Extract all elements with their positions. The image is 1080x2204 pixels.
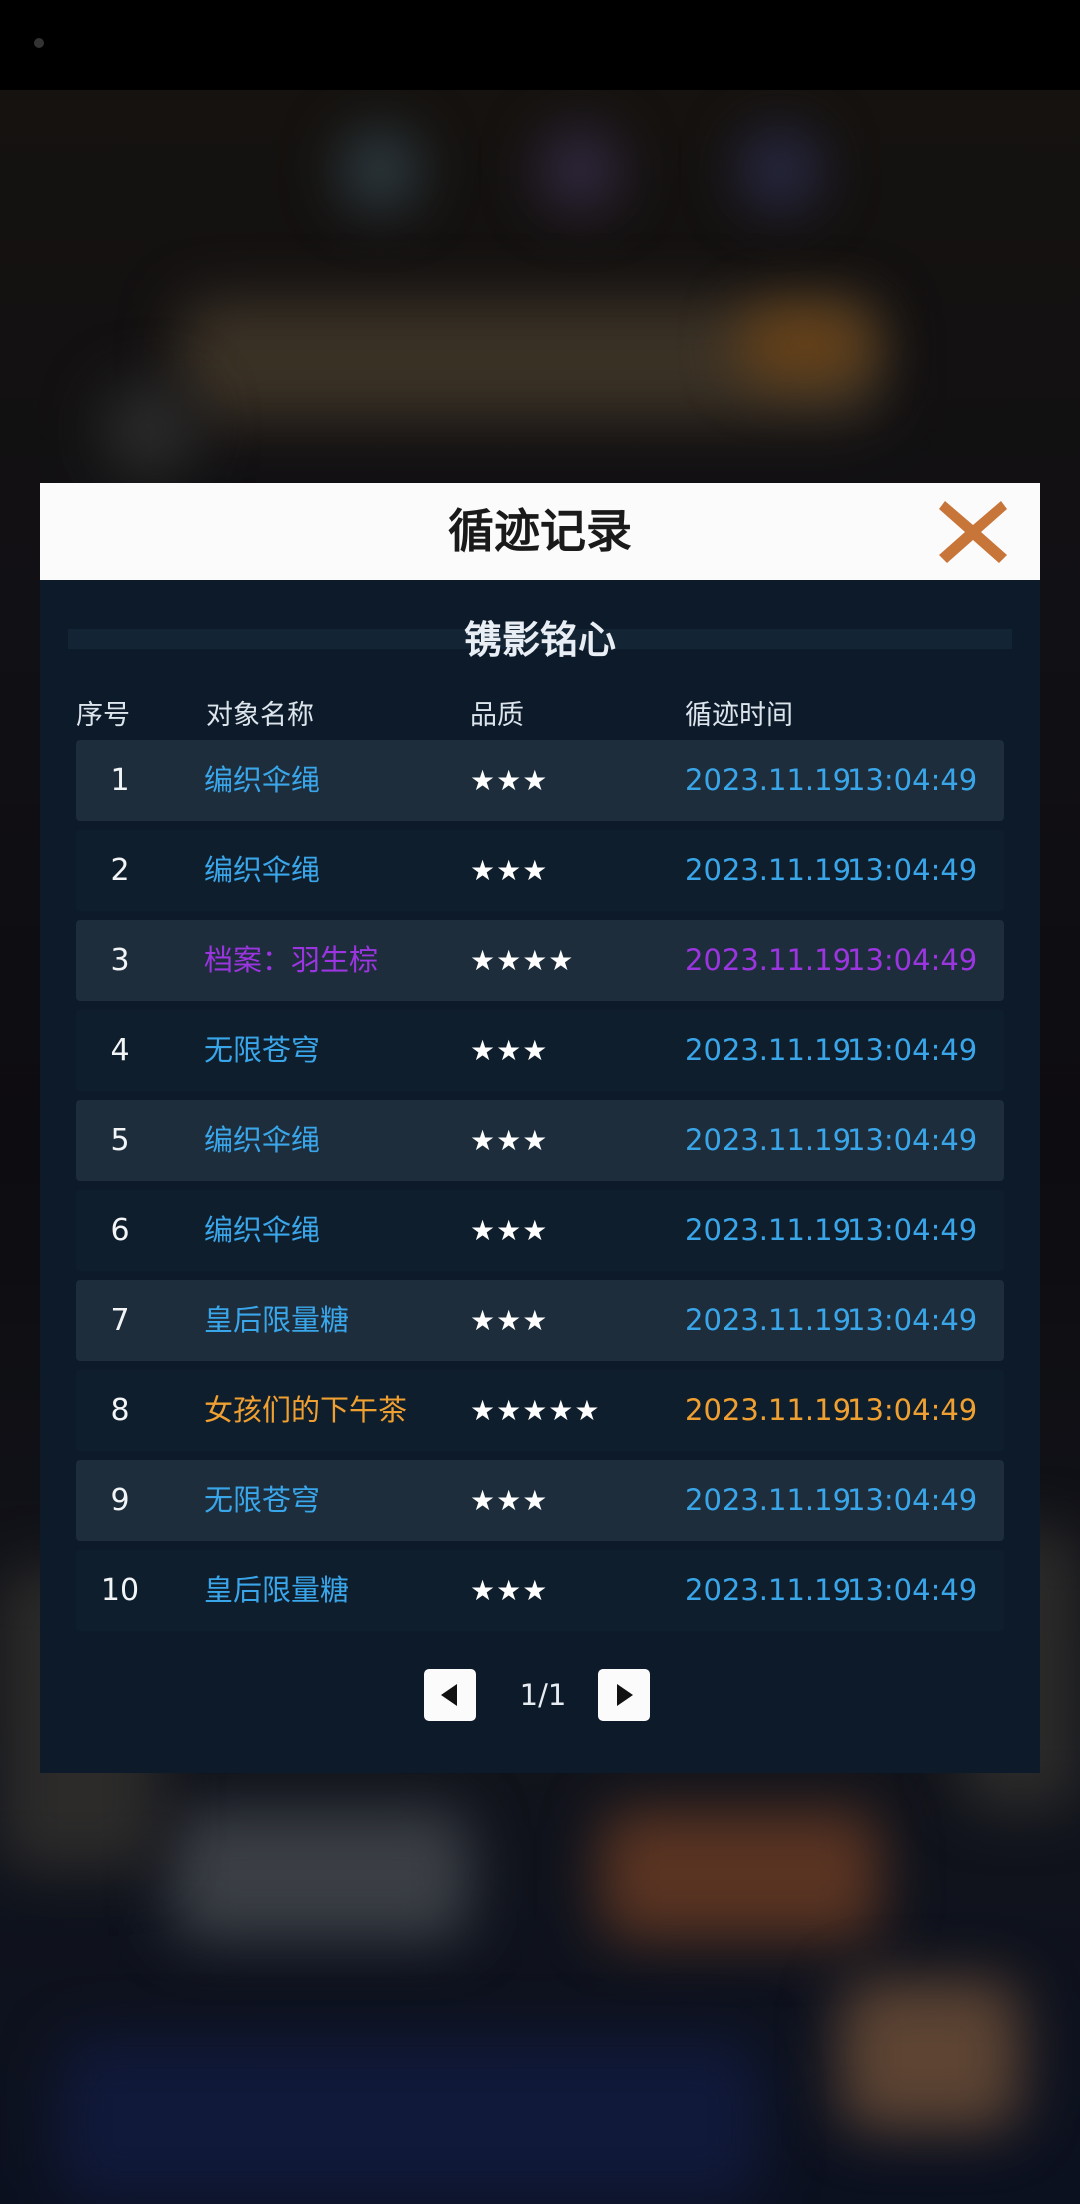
row-time: 13:04:49 — [847, 1033, 978, 1067]
prev-page-button[interactable] — [424, 1669, 476, 1721]
table-row: 8 女孩们的下午茶 ★★★★★ 2023.11.19 13:04:49 — [76, 1370, 1004, 1451]
row-name: 皇后限量糖 — [204, 1303, 350, 1337]
next-page-button[interactable] — [598, 1669, 650, 1721]
dialog-header: 循迹记录 — [40, 483, 1040, 580]
row-stars: ★★★ — [470, 1034, 549, 1067]
row-time: 13:04:49 — [847, 943, 978, 977]
table-row: 5 编织伞绳 ★★★ 2023.11.19 13:04:49 — [76, 1100, 1004, 1181]
row-name: 女孩们的下午茶 — [204, 1393, 408, 1427]
table-row: 3 档案：羽生棕 ★★★★ 2023.11.19 13:04:49 — [76, 920, 1004, 1001]
row-date: 2023.11.19 — [685, 763, 852, 797]
row-seq: 9 — [110, 1483, 130, 1518]
row-date: 2023.11.19 — [685, 1303, 852, 1337]
row-time: 13:04:49 — [847, 1573, 978, 1607]
row-time: 13:04:49 — [847, 1393, 978, 1427]
row-date: 2023.11.19 — [685, 1573, 852, 1607]
trace-record-dialog: 循迹记录 镌影铭心 序号 对象名称 品质 循迹时间 1 编织伞绳 ★★★ 202… — [40, 483, 1040, 1773]
row-time: 13:04:49 — [847, 1303, 978, 1337]
row-seq: 8 — [110, 1393, 130, 1428]
row-name: 皇后限量糖 — [204, 1573, 350, 1607]
column-header-seq: 序号 — [76, 700, 130, 731]
table-row: 9 无限苍穹 ★★★ 2023.11.19 13:04:49 — [76, 1460, 1004, 1541]
triangle-right-icon — [617, 1684, 633, 1706]
status-bar — [0, 0, 1080, 90]
row-seq: 6 — [110, 1213, 130, 1248]
dialog-title: 循迹记录 — [448, 504, 632, 558]
row-time: 13:04:49 — [847, 853, 978, 887]
row-stars: ★★★ — [470, 1484, 549, 1517]
column-header-time: 循迹时间 — [685, 700, 793, 731]
row-date: 2023.11.19 — [685, 1483, 852, 1517]
app-screen: 循迹记录 镌影铭心 序号 对象名称 品质 循迹时间 1 编织伞绳 ★★★ 202… — [0, 0, 1080, 2204]
row-date: 2023.11.19 — [685, 1213, 852, 1247]
row-seq: 7 — [110, 1303, 130, 1338]
row-time: 13:04:49 — [847, 1483, 978, 1517]
pager: 1/1 — [40, 1669, 1040, 1721]
row-stars: ★★★★★ — [470, 1394, 601, 1427]
triangle-left-icon — [441, 1684, 457, 1706]
row-stars: ★★★ — [470, 1304, 549, 1337]
row-time: 13:04:49 — [847, 1213, 978, 1247]
row-stars: ★★★ — [470, 764, 549, 797]
row-stars: ★★★★ — [470, 944, 575, 977]
row-date: 2023.11.19 — [685, 853, 852, 887]
table-row: 4 无限苍穹 ★★★ 2023.11.19 13:04:49 — [76, 1010, 1004, 1091]
row-name: 档案：羽生棕 — [204, 943, 379, 977]
row-name: 无限苍穹 — [204, 1483, 321, 1517]
table-row: 6 编织伞绳 ★★★ 2023.11.19 13:04:49 — [76, 1190, 1004, 1271]
row-name: 编织伞绳 — [204, 853, 321, 887]
row-date: 2023.11.19 — [685, 1033, 852, 1067]
row-name: 编织伞绳 — [204, 1123, 321, 1157]
row-stars: ★★★ — [470, 1574, 549, 1607]
row-seq: 1 — [110, 763, 130, 798]
row-name: 编织伞绳 — [204, 1213, 321, 1247]
row-name: 无限苍穹 — [204, 1033, 321, 1067]
table-row: 2 编织伞绳 ★★★ 2023.11.19 13:04:49 — [76, 830, 1004, 911]
table-row: 10 皇后限量糖 ★★★ 2023.11.19 13:04:49 — [76, 1550, 1004, 1631]
close-button[interactable] — [935, 495, 1011, 567]
column-header-name: 对象名称 — [206, 700, 314, 731]
row-seq: 5 — [110, 1123, 130, 1158]
row-seq: 10 — [100, 1573, 140, 1608]
page-indicator: 1/1 — [519, 1678, 567, 1712]
row-name: 编织伞绳 — [204, 763, 321, 797]
row-seq: 4 — [110, 1033, 130, 1068]
row-seq: 3 — [110, 943, 130, 978]
row-date: 2023.11.19 — [685, 943, 852, 977]
row-date: 2023.11.19 — [685, 1393, 852, 1427]
status-dot — [34, 38, 44, 48]
table-row: 1 编织伞绳 ★★★ 2023.11.19 13:04:49 — [76, 740, 1004, 821]
table-row: 7 皇后限量糖 ★★★ 2023.11.19 13:04:49 — [76, 1280, 1004, 1361]
dialog-subtitle: 镌影铭心 — [463, 618, 616, 662]
column-header-quality: 品质 — [470, 700, 524, 731]
row-time: 13:04:49 — [847, 763, 978, 797]
row-stars: ★★★ — [470, 1214, 549, 1247]
row-stars: ★★★ — [470, 1124, 549, 1157]
row-seq: 2 — [110, 853, 130, 888]
row-time: 13:04:49 — [847, 1123, 978, 1157]
row-stars: ★★★ — [470, 854, 549, 887]
close-x-icon — [939, 501, 1007, 563]
row-date: 2023.11.19 — [685, 1123, 852, 1157]
